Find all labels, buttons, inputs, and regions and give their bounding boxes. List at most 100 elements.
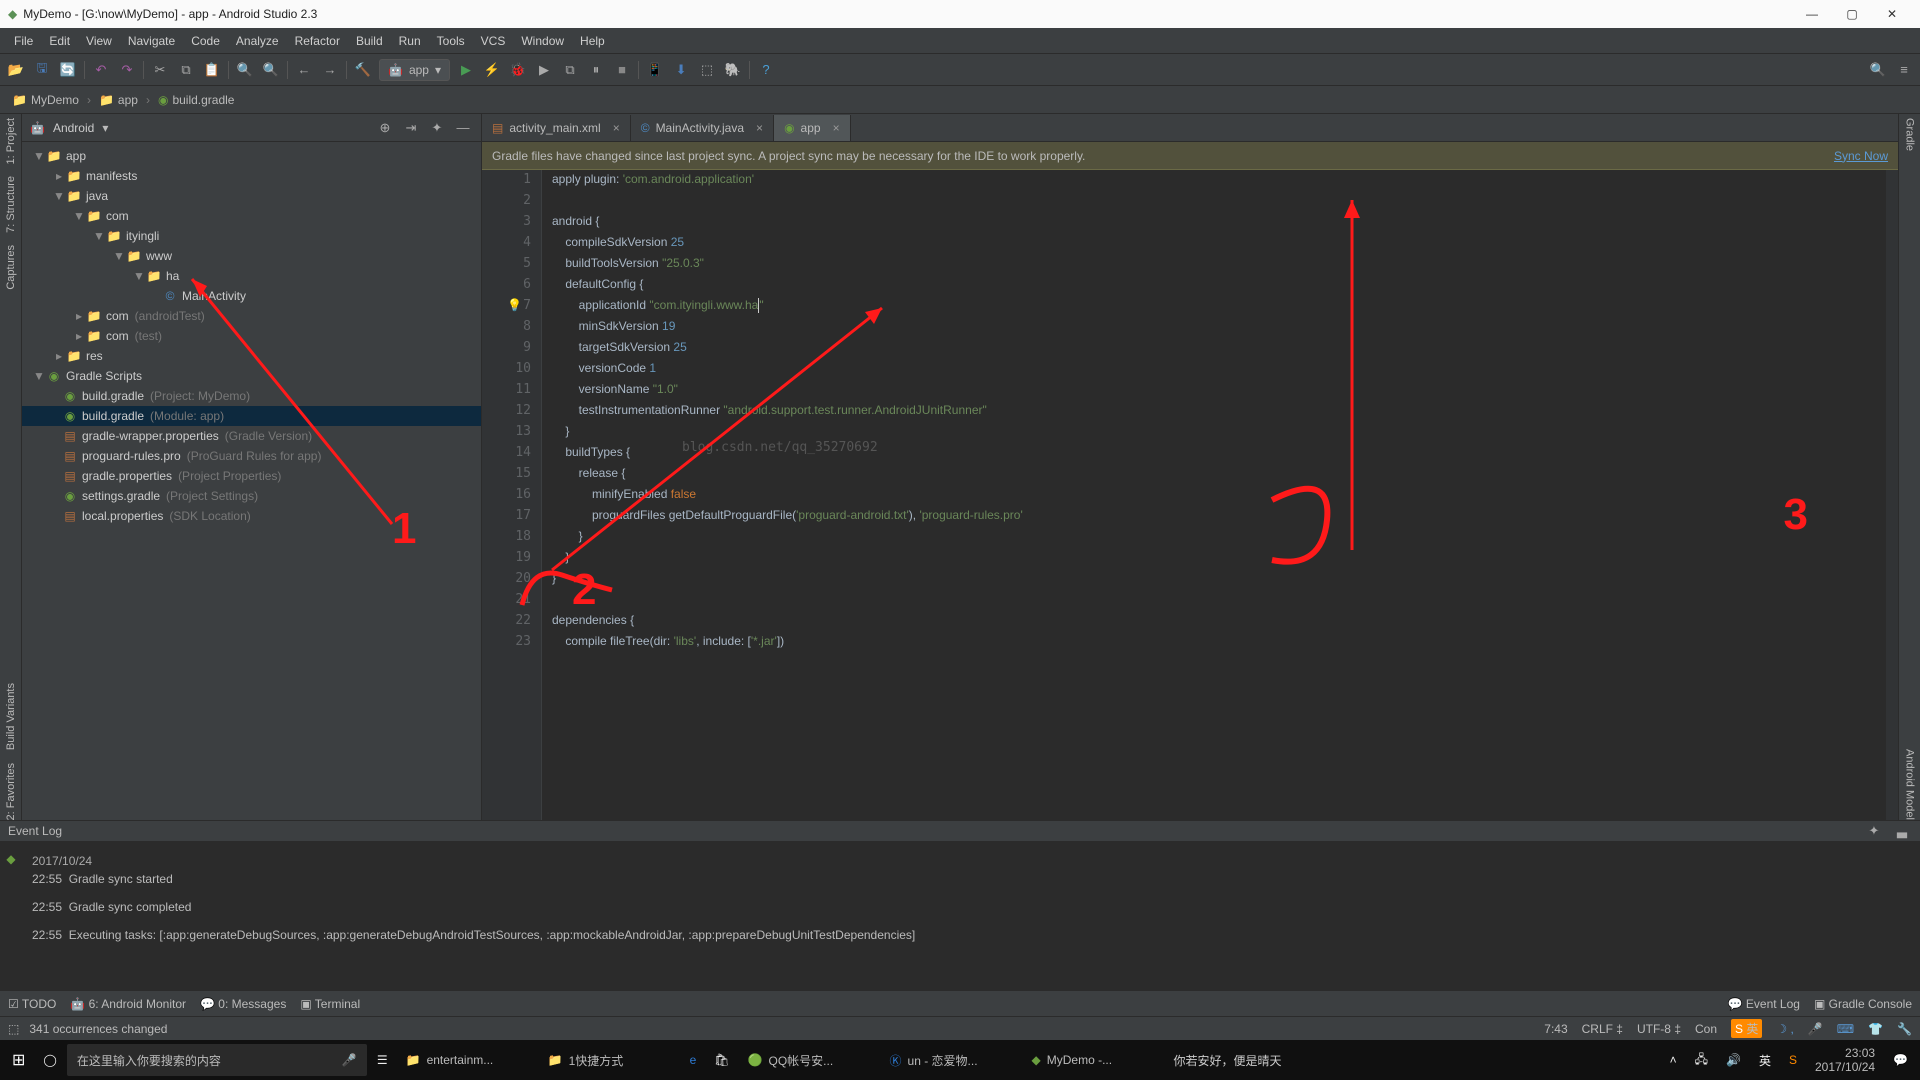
status-icon[interactable]: ⬚ bbox=[8, 1022, 19, 1036]
tree-gradle-properties[interactable]: ▤gradle.properties(Project Properties) bbox=[22, 466, 481, 486]
apply-changes-icon[interactable]: ⚡ bbox=[482, 60, 502, 80]
task-entertainment[interactable]: 📁entertainm... bbox=[398, 1044, 538, 1076]
ime-skin-icon[interactable]: 👕 bbox=[1868, 1022, 1883, 1036]
menu-run[interactable]: Run bbox=[391, 34, 429, 48]
tree-com[interactable]: ▼📁com bbox=[22, 206, 481, 226]
tree-gradle-scripts[interactable]: ▼◉Gradle Scripts bbox=[22, 366, 481, 386]
copy-icon[interactable]: ⧉ bbox=[176, 60, 196, 80]
settings-icon[interactable]: ≡ bbox=[1894, 60, 1914, 80]
toolwin-todo[interactable]: ☑ TODO bbox=[8, 997, 56, 1011]
sync-now-link[interactable]: Sync Now bbox=[1834, 149, 1888, 163]
avd-icon[interactable]: 📱 bbox=[645, 60, 665, 80]
sidetab-structure[interactable]: 7: Structure bbox=[5, 176, 17, 233]
forward-icon[interactable]: → bbox=[320, 60, 340, 80]
taskview-button[interactable]: ☰ bbox=[369, 1044, 396, 1076]
crumb-buildgradle[interactable]: ◉build.gradle bbox=[154, 93, 239, 107]
toolwin-messages[interactable]: 💬 0: Messages bbox=[200, 997, 286, 1011]
menu-help[interactable]: Help bbox=[572, 34, 613, 48]
tree-ityingli[interactable]: ▼📁ityingli bbox=[22, 226, 481, 246]
cut-icon[interactable]: ✂ bbox=[150, 60, 170, 80]
tree-buildgradle-project[interactable]: ◉build.gradle(Project: MyDemo) bbox=[22, 386, 481, 406]
menu-window[interactable]: Window bbox=[513, 34, 572, 48]
tree-com-test[interactable]: ▸📁com(test) bbox=[22, 326, 481, 346]
ime-mic-icon[interactable]: 🎤 bbox=[1808, 1022, 1823, 1036]
ime-tool-icon[interactable]: 🔧 bbox=[1897, 1022, 1912, 1036]
status-line-sep[interactable]: CRLF ‡ bbox=[1582, 1022, 1623, 1036]
tray-sogou-icon[interactable]: S bbox=[1781, 1044, 1805, 1076]
menu-view[interactable]: View bbox=[78, 34, 120, 48]
tree-ha[interactable]: ▼📁ha bbox=[22, 266, 481, 286]
save-icon[interactable]: 🖫 bbox=[32, 60, 52, 80]
start-button[interactable]: ⊞ bbox=[4, 1044, 33, 1076]
sdk-icon[interactable]: ⬇ bbox=[671, 60, 691, 80]
tree-mainactivity[interactable]: ©MainActivity bbox=[22, 286, 481, 306]
find-icon[interactable]: 🔍 bbox=[235, 60, 255, 80]
sync-icon[interactable]: 🔄 bbox=[58, 60, 78, 80]
menu-refactor[interactable]: Refactor bbox=[287, 34, 348, 48]
toolwin-eventlog[interactable]: 💬 Event Log bbox=[1728, 997, 1800, 1011]
make-icon[interactable]: 🔨 bbox=[353, 60, 373, 80]
task-store[interactable]: 🛍 bbox=[706, 1044, 737, 1076]
tree-buildgradle-app[interactable]: ◉build.gradle(Module: app) bbox=[22, 406, 481, 426]
mic-icon[interactable]: 🎤 bbox=[342, 1053, 357, 1067]
cortana-button[interactable]: ◯ bbox=[35, 1044, 64, 1076]
task-edge[interactable]: e bbox=[682, 1044, 705, 1076]
menu-edit[interactable]: Edit bbox=[41, 34, 78, 48]
tree-proguard[interactable]: ▤proguard-rules.pro(ProGuard Rules for a… bbox=[22, 446, 481, 466]
intention-bulb-icon[interactable]: 💡 bbox=[507, 298, 522, 312]
replace-icon[interactable]: 🔍 bbox=[261, 60, 281, 80]
redo-icon[interactable]: ↷ bbox=[117, 60, 137, 80]
toolwin-gradle-console[interactable]: ▣ Gradle Console bbox=[1814, 997, 1912, 1011]
close-icon[interactable]: × bbox=[833, 121, 840, 135]
menu-navigate[interactable]: Navigate bbox=[120, 34, 183, 48]
status-position[interactable]: 7:43 bbox=[1544, 1022, 1567, 1036]
back-icon[interactable]: ← bbox=[294, 60, 314, 80]
paste-icon[interactable]: 📋 bbox=[202, 60, 222, 80]
menu-vcs[interactable]: VCS bbox=[473, 34, 514, 48]
tree-java[interactable]: ▼📁java bbox=[22, 186, 481, 206]
collapse-icon[interactable]: ⇥ bbox=[401, 118, 421, 138]
status-encoding[interactable]: UTF-8 ‡ bbox=[1637, 1022, 1681, 1036]
tree-gradle-wrapper[interactable]: ▤gradle-wrapper.properties(Gradle Versio… bbox=[22, 426, 481, 446]
task-kugou[interactable]: Ⓚun - 恋爱物... bbox=[882, 1044, 1022, 1076]
tree-res[interactable]: ▸📁res bbox=[22, 346, 481, 366]
close-button[interactable]: ✕ bbox=[1872, 7, 1912, 21]
task-mydemo[interactable]: ◆MyDemo -... bbox=[1024, 1044, 1164, 1076]
tray-ime-icon[interactable]: 英 bbox=[1751, 1044, 1779, 1076]
close-icon[interactable]: × bbox=[756, 121, 763, 135]
ime-keyboard-icon[interactable]: ⌨ bbox=[1837, 1022, 1854, 1036]
run-config-selector[interactable]: 🤖 app ▾ bbox=[379, 59, 450, 81]
menu-code[interactable]: Code bbox=[183, 34, 228, 48]
task-chrome[interactable]: 🟢QQ帐号安... bbox=[740, 1044, 880, 1076]
code-editor[interactable]: 1234567891011121314151617181920212223 ap… bbox=[482, 170, 1898, 820]
sidetab-captures[interactable]: Captures bbox=[5, 245, 17, 290]
tray-network-icon[interactable]: 🖧 bbox=[1687, 1044, 1716, 1076]
code-content[interactable]: apply plugin: 'com.android.application' … bbox=[542, 170, 1898, 820]
tab-activity-main[interactable]: ▤activity_main.xml× bbox=[482, 115, 631, 141]
tree-com-androidtest[interactable]: ▸📁com(androidTest) bbox=[22, 306, 481, 326]
menu-tools[interactable]: Tools bbox=[429, 34, 473, 48]
gear-icon[interactable]: ✦ bbox=[427, 118, 447, 138]
hide-icon[interactable]: — bbox=[453, 118, 473, 138]
crumb-app[interactable]: 📁app bbox=[95, 93, 142, 107]
hide-icon[interactable]: ▃ bbox=[1892, 821, 1912, 841]
run-icon[interactable]: ▶ bbox=[456, 60, 476, 80]
menu-analyze[interactable]: Analyze bbox=[228, 34, 287, 48]
sidetab-favorites[interactable]: 2: Favorites bbox=[5, 763, 17, 820]
maximize-button[interactable]: ▢ bbox=[1832, 7, 1872, 21]
taskbar-clock[interactable]: 23:03 2017/10/24 bbox=[1807, 1046, 1883, 1074]
stop-icon[interactable]: ■ bbox=[612, 60, 632, 80]
tray-up-icon[interactable]: ˄ bbox=[1662, 1044, 1685, 1076]
task-shortcut[interactable]: 📁1快捷方式 bbox=[540, 1044, 680, 1076]
project-view-selector[interactable]: Android bbox=[53, 121, 94, 135]
status-context[interactable]: Con bbox=[1695, 1022, 1717, 1036]
taskbar-search[interactable]: 在这里输入你要搜索的内容 🎤 bbox=[67, 1044, 367, 1076]
close-icon[interactable]: × bbox=[613, 121, 620, 135]
ime-moon-icon[interactable]: ☽ , bbox=[1776, 1022, 1793, 1036]
tray-volume-icon[interactable]: 🔊 bbox=[1718, 1044, 1749, 1076]
tree-manifests[interactable]: ▸📁manifests bbox=[22, 166, 481, 186]
action-center-icon[interactable]: 💬 bbox=[1885, 1044, 1916, 1076]
tree-app[interactable]: ▼📁app bbox=[22, 146, 481, 166]
minimize-button[interactable]: — bbox=[1792, 7, 1832, 21]
ime-indicator[interactable]: S 英 bbox=[1731, 1019, 1762, 1038]
